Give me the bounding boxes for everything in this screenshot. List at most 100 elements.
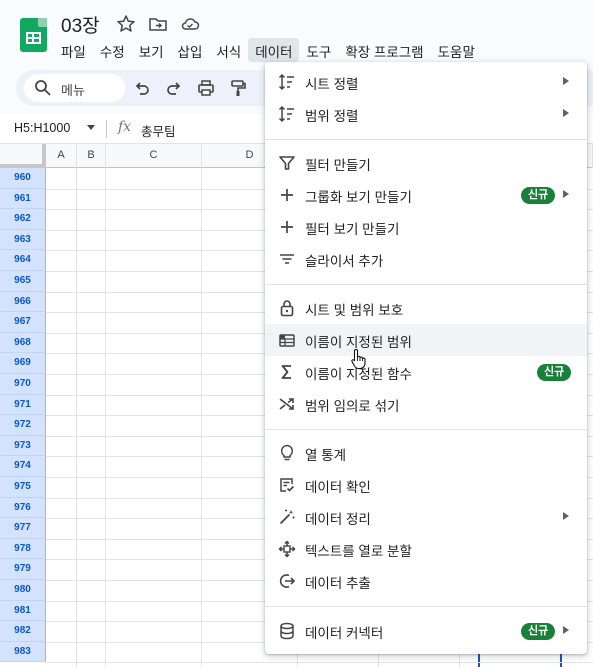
row-header[interactable]: 972	[0, 415, 46, 436]
chevron-down-icon[interactable]	[86, 124, 96, 132]
menu-file[interactable]: 파일	[54, 38, 93, 62]
sort-range-icon	[278, 105, 294, 123]
star-icon[interactable]	[116, 14, 136, 34]
menu-extensions[interactable]: 확장 프로그램	[338, 38, 430, 62]
fx-icon: fx	[118, 119, 132, 135]
menu-item-label: 슬라이서 추가	[305, 254, 384, 269]
redo-icon[interactable]	[164, 78, 184, 98]
name-box[interactable]: H5:H1000	[14, 121, 70, 135]
menu-item-data-cleanup[interactable]: 데이터 정리	[265, 501, 587, 533]
menu-item-add-slicer[interactable]: 슬라이서 추가	[265, 243, 587, 275]
row-header[interactable]: 964	[0, 250, 46, 271]
submenu-arrow-icon	[563, 77, 569, 85]
menu-item-label: 열 통계	[305, 448, 347, 463]
filter-icon	[279, 156, 295, 170]
row-header[interactable]: 978	[0, 538, 46, 560]
menu-search[interactable]: 메뉴	[24, 74, 125, 102]
document-title[interactable]: 03장	[61, 11, 100, 38]
row-header[interactable]: 961	[0, 188, 46, 210]
menu-insert[interactable]: 삽입	[171, 38, 210, 62]
row-header[interactable]: 981	[0, 600, 46, 622]
menu-item-label: 데이터 추출	[305, 576, 371, 591]
row-header[interactable]: 975	[0, 477, 46, 498]
undo-icon[interactable]	[132, 78, 152, 98]
title-bar: 03장 파일 수정 보기 삽입 서식 데이터 도구 확장 프로그램 도움말	[0, 0, 593, 66]
menu-data[interactable]: 데이터	[248, 38, 300, 62]
move-folder-icon[interactable]	[148, 14, 168, 34]
gridline	[76, 168, 77, 667]
menu-help[interactable]: 도움말	[431, 38, 482, 62]
menu-divider	[265, 606, 587, 607]
row-header[interactable]: 960	[0, 168, 46, 189]
menu-item-label: 필터 만들기	[305, 158, 371, 173]
row-header[interactable]: 965	[0, 271, 46, 292]
formula-input[interactable]: 총무팀	[141, 121, 176, 140]
validation-icon	[280, 478, 295, 492]
menu-item-column-stats[interactable]: 열 통계	[265, 437, 587, 469]
sheets-logo-icon[interactable]	[20, 18, 47, 52]
menu-item-create-filter[interactable]: 필터 만들기	[265, 147, 587, 179]
menu-item-sort-range[interactable]: 범위 정렬	[265, 98, 587, 130]
menu-edit[interactable]: 수정	[93, 38, 132, 62]
menu-divider	[265, 284, 587, 285]
row-header[interactable]: 983	[0, 641, 46, 663]
row-header[interactable]: 974	[0, 456, 46, 477]
row-header[interactable]: 977	[0, 518, 46, 539]
column-header-c[interactable]: C	[106, 144, 202, 168]
plus-icon	[281, 189, 293, 201]
row-header[interactable]: 976	[0, 497, 46, 519]
menu-item-data-connectors[interactable]: 데이터 커넥터 신규	[265, 615, 587, 647]
menu-item-protect[interactable]: 시트 및 범위 보호	[265, 292, 587, 324]
menu-item-data-validation[interactable]: 데이터 확인	[265, 469, 587, 501]
column-header-a[interactable]: A	[46, 144, 77, 168]
submenu-arrow-icon	[563, 626, 569, 634]
paint-format-icon[interactable]	[228, 78, 248, 98]
row-header[interactable]: 963	[0, 229, 46, 251]
row-header[interactable]: 982	[0, 621, 46, 642]
new-badge: 신규	[521, 187, 556, 204]
menu-item-data-extraction[interactable]: 데이터 추출	[265, 565, 587, 597]
row-header[interactable]: 980	[0, 580, 46, 601]
submenu-arrow-icon	[563, 109, 569, 117]
menu-item-create-group-view[interactable]: 그룹화 보기 만들기 신규	[265, 179, 587, 211]
formula-divider	[106, 120, 107, 138]
row-header[interactable]: 979	[0, 559, 46, 580]
extract-icon	[279, 574, 296, 588]
hand-cursor-icon	[351, 348, 366, 370]
menu-item-create-filter-view[interactable]: 필터 보기 만들기	[265, 211, 587, 243]
menu-item-randomize-range[interactable]: 범위 임의로 섞기	[265, 388, 587, 420]
menu-view[interactable]: 보기	[132, 38, 171, 62]
menu-bar: 파일 수정 보기 삽입 서식 데이터 도구 확장 프로그램 도움말	[54, 38, 482, 62]
lightbulb-icon	[280, 444, 294, 461]
menu-item-label: 데이터 정리	[305, 512, 371, 527]
row-header[interactable]: 971	[0, 394, 46, 416]
menu-format[interactable]: 서식	[209, 38, 248, 62]
row-header[interactable]: 967	[0, 312, 46, 333]
row-header[interactable]: 969	[0, 353, 46, 374]
shuffle-icon	[279, 398, 294, 410]
slicer-icon	[280, 254, 294, 264]
menu-item-label: 데이터 커넥터	[305, 626, 384, 641]
menu-item-named-ranges[interactable]: 이름이 지정된 범위	[265, 324, 587, 356]
menu-item-split-text[interactable]: 텍스트를 열로 분할	[265, 533, 587, 565]
column-header-b[interactable]: B	[77, 144, 106, 168]
row-header[interactable]: 970	[0, 374, 46, 395]
gridline	[105, 168, 106, 667]
named-range-icon	[279, 334, 295, 347]
row-header[interactable]: 973	[0, 435, 46, 457]
plus-icon	[281, 221, 293, 233]
print-icon[interactable]	[196, 78, 216, 98]
select-all-corner[interactable]	[0, 144, 46, 168]
menu-tools[interactable]: 도구	[299, 38, 338, 62]
lock-icon	[280, 300, 294, 317]
database-icon	[280, 622, 294, 640]
row-header[interactable]: 962	[0, 209, 46, 230]
row-header[interactable]: 968	[0, 332, 46, 354]
row-header[interactable]: 966	[0, 291, 46, 313]
menu-item-named-functions[interactable]: 이름이 지정된 함수 신규	[265, 356, 587, 388]
cloud-saved-icon[interactable]	[180, 14, 200, 34]
magic-wand-icon	[279, 509, 295, 525]
gridline	[46, 662, 593, 664]
menu-item-sort-sheet[interactable]: 시트 정렬	[265, 66, 587, 98]
menu-item-label: 범위 정렬	[305, 109, 359, 124]
